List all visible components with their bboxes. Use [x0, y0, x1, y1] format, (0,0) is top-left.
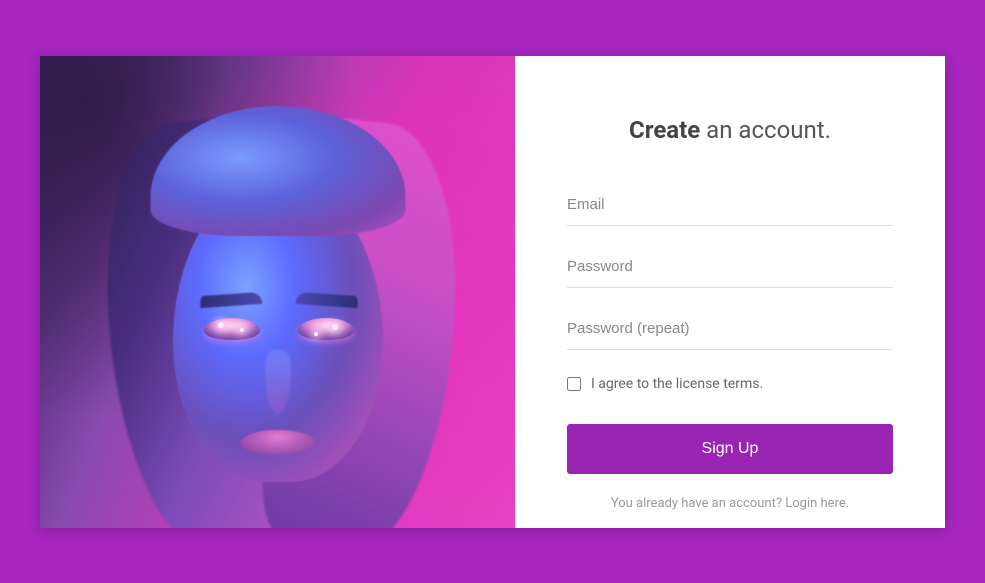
password-field[interactable]	[567, 246, 893, 288]
hero-image	[40, 56, 515, 528]
login-link[interactable]: You already have an account? Login here.	[567, 496, 893, 511]
signup-card: Create an account. I agree to the licens…	[40, 56, 945, 528]
terms-checkbox[interactable]	[567, 377, 581, 391]
heading-bold: Create	[629, 116, 700, 144]
heading-rest: an account.	[700, 116, 831, 144]
password-repeat-field[interactable]	[567, 308, 893, 350]
form-heading: Create an account.	[567, 116, 893, 144]
terms-row[interactable]: I agree to the license terms.	[567, 376, 893, 392]
email-field[interactable]	[567, 184, 893, 226]
form-panel: Create an account. I agree to the licens…	[515, 56, 945, 528]
terms-label: I agree to the license terms.	[591, 376, 763, 392]
signup-button[interactable]: Sign Up	[567, 424, 893, 474]
